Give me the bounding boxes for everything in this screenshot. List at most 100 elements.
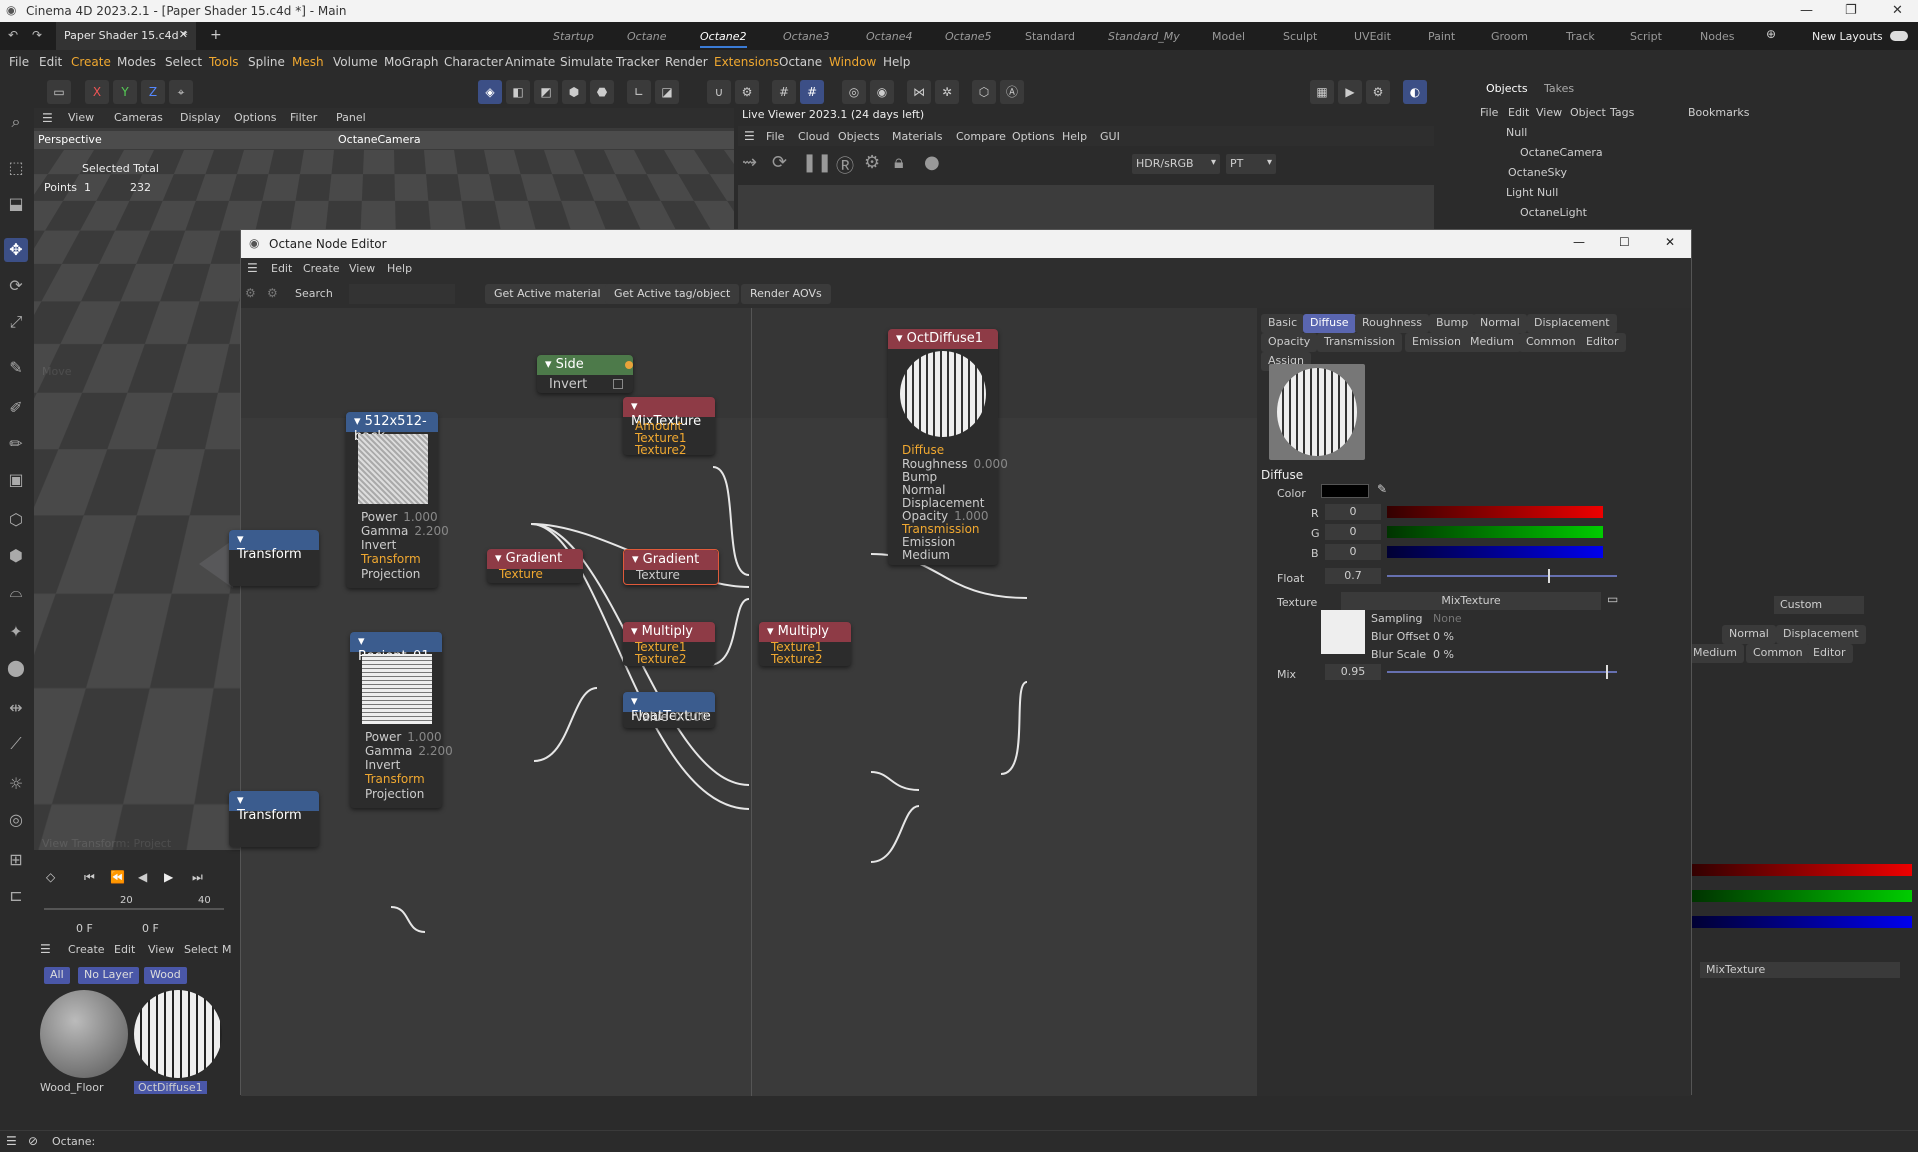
node-octdiffuse1[interactable]: ▾ OctDiffuse1 Diffuse Roughness 0.000 Bum… — [888, 329, 1008, 565]
octane-live-icon[interactable]: ◐ — [1403, 80, 1427, 104]
menu-select[interactable]: Select — [165, 55, 202, 69]
measure-icon[interactable]: ⊞ — [4, 848, 28, 872]
tweak-icon[interactable]: ✲ — [935, 80, 959, 104]
menu-help[interactable]: Help — [883, 55, 910, 69]
obj-menu-view[interactable]: View — [1536, 106, 1562, 119]
object-octanelight[interactable]: OctaneLight — [1520, 206, 1587, 219]
node-gradient-2[interactable]: ▾ Gradient Texture — [623, 549, 719, 585]
attr-tab-roughness[interactable]: Roughness — [1355, 314, 1430, 333]
bg-g-slider[interactable] — [1692, 890, 1912, 902]
attr-tab-medium[interactable]: Medium — [1463, 333, 1521, 352]
layout-tab-standard-my[interactable]: Standard_My — [1108, 30, 1180, 43]
live-viewer-render[interactable] — [738, 185, 1434, 230]
end-frame[interactable]: 0 F — [142, 922, 159, 935]
node-canvas[interactable]: ▾ Side Invert ▾ 512x512-back Power1.000 … — [229, 308, 1257, 1096]
mat-hamburger-icon[interactable]: ☰ — [40, 942, 51, 956]
side-output-port[interactable] — [625, 361, 633, 369]
menu-animate[interactable]: Animate — [505, 55, 555, 69]
menu-create[interactable]: Create — [71, 55, 111, 69]
camera-gizmo[interactable] — [199, 540, 233, 588]
layout-tab-uvedit[interactable]: UVEdit — [1354, 30, 1391, 43]
model-mode-icon[interactable]: ◈ — [478, 80, 502, 104]
layout-tab-sculpt[interactable]: Sculpt — [1283, 30, 1317, 43]
lv-settings-icon[interactable]: ⚙ — [864, 152, 880, 173]
add-layout-icon[interactable]: ⊕ — [1766, 27, 1776, 41]
points-mode-icon[interactable]: ◧ — [506, 80, 530, 104]
lv-lock-icon[interactable]: 🔒︎ — [894, 152, 904, 173]
layer-chip-wood[interactable]: Wood — [144, 967, 187, 984]
ne-close-icon[interactable]: ✕ — [1665, 235, 1675, 249]
coordinate-system-icon[interactable]: ⌖ — [169, 80, 193, 104]
effector-icon[interactable]: ✦ — [4, 620, 28, 644]
layout-tab-paint[interactable]: Paint — [1428, 30, 1455, 43]
b-slider[interactable] — [1387, 546, 1603, 558]
g-value-field[interactable]: 0 — [1325, 524, 1381, 540]
menu-file[interactable]: File — [9, 55, 29, 69]
mat-menu-select[interactable]: Select — [184, 943, 218, 956]
ne-search-icon[interactable]: ⚙ — [267, 286, 278, 300]
layer-chip-all[interactable]: All — [44, 967, 70, 984]
knife-icon[interactable]: ⟋ — [4, 732, 28, 756]
bg-tab-medium[interactable]: Medium — [1686, 644, 1744, 663]
axis-y-icon[interactable]: Y — [113, 80, 137, 104]
mix-slider-knob[interactable] — [1605, 665, 1608, 679]
render-settings-icon[interactable]: ⚙ — [1366, 80, 1390, 104]
layout-tab-standard[interactable]: Standard — [1025, 30, 1075, 43]
new-layouts-label[interactable]: New Layouts — [1812, 30, 1883, 43]
ne-minimize-icon[interactable]: — — [1573, 235, 1585, 249]
search-icon[interactable]: ⌕ — [4, 110, 28, 134]
eyedropper-icon[interactable]: ✎ — [1377, 482, 1387, 496]
snap-icon[interactable]: ∪ — [707, 80, 731, 104]
node-image-reciept-01[interactable]: ▾ Reciept_01 Power1.000 Gamma2.200 Inver… — [350, 632, 453, 808]
attr-tab-diffuse[interactable]: Diffuse — [1303, 314, 1356, 333]
layout-tab-octane5[interactable]: Octane5 — [945, 30, 992, 43]
scale-tool-icon[interactable]: ⤢ — [4, 310, 28, 334]
prev-frame-icon[interactable]: ◀ — [138, 870, 147, 884]
bg-b-slider[interactable] — [1692, 916, 1912, 928]
move-tool-icon[interactable]: ✥ — [4, 238, 28, 262]
object-octanecamera[interactable]: OctaneCamera — [1520, 146, 1603, 159]
minimize-icon[interactable]: — — [1800, 3, 1813, 18]
next-frame-icon[interactable]: ⏭ — [192, 870, 203, 885]
bg-tab-displacement[interactable]: Displacement — [1776, 625, 1866, 644]
get-active-material-button[interactable]: Get Active material — [485, 284, 610, 304]
document-tab[interactable]: Paper Shader 15.c4d * ✕ — [56, 22, 196, 50]
node-search-input[interactable] — [349, 284, 455, 304]
snap-settings-icon[interactable]: ⚙ — [735, 80, 759, 104]
obj-menu-edit[interactable]: Edit — [1508, 106, 1529, 119]
bg-tab-normal[interactable]: Normal — [1722, 625, 1776, 644]
layout-tab-startup[interactable]: Startup — [553, 30, 594, 43]
axis-mode-icon[interactable]: ∟ — [627, 80, 651, 104]
menu-volume[interactable]: Volume — [333, 55, 378, 69]
tab-objects[interactable]: Objects — [1486, 82, 1528, 95]
layout-tab-nodes[interactable]: Nodes — [1700, 30, 1734, 43]
bg-texture-field[interactable]: MixTexture — [1700, 962, 1900, 978]
close-tab-icon[interactable]: ✕ — [179, 28, 188, 41]
layout-tab-octane4[interactable]: Octane4 — [866, 30, 913, 43]
mat-menu-edit[interactable]: Edit — [114, 943, 135, 956]
r-value-field[interactable]: 0 — [1325, 504, 1381, 520]
octane-icon[interactable]: ⬡ — [972, 80, 996, 104]
node-multiply-2[interactable]: ▾ Multiply Texture1 Texture2 — [759, 622, 851, 666]
object-octanesky[interactable]: OctaneSky — [1508, 166, 1567, 179]
color-space-dropdown[interactable]: HDR/sRGB ▾ — [1132, 154, 1220, 174]
mat-menu-create[interactable]: Create — [68, 943, 105, 956]
menu-octane[interactable]: Octane — [779, 55, 822, 69]
ne-menu-create[interactable]: Create — [303, 262, 340, 275]
render-view-icon[interactable]: ◉ — [870, 80, 894, 104]
lv-menu-cloud[interactable]: Cloud — [798, 130, 829, 143]
object-icon[interactable]: ⬢ — [4, 544, 28, 568]
lv-menu-help[interactable]: Help — [1062, 130, 1087, 143]
spline-pen-icon[interactable]: ✎ — [4, 356, 28, 380]
mix-slider[interactable] — [1387, 665, 1617, 679]
camera-icon[interactable]: ⬤ — [4, 656, 28, 680]
obj-menu-object[interactable]: Object — [1570, 106, 1606, 119]
layer-chip-no-layer[interactable]: No Layer — [78, 967, 140, 984]
attr-tab-bump[interactable]: Bump — [1429, 314, 1476, 333]
menu-render[interactable]: Render — [665, 55, 708, 69]
color-swatch[interactable] — [1321, 484, 1369, 498]
float-value-field[interactable]: 0.7 — [1325, 568, 1381, 584]
object-light-null[interactable]: Light Null — [1506, 186, 1558, 199]
attr-tab-opacity[interactable]: Opacity — [1261, 333, 1318, 352]
obj-menu-file[interactable]: File — [1480, 106, 1498, 119]
